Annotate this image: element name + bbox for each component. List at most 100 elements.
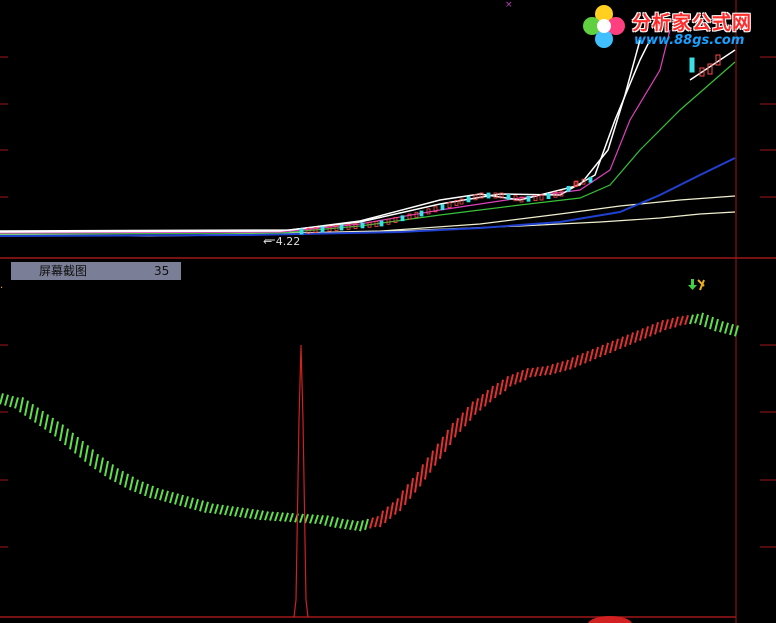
signal-icon: [688, 279, 705, 291]
histogram-bar: [479, 394, 484, 411]
histogram-bar: [394, 498, 399, 515]
histogram-bar: [234, 506, 239, 517]
histogram-bar: [504, 376, 509, 392]
histogram-bar: [49, 417, 54, 434]
histogram-bar: [24, 400, 29, 416]
histogram-bar: [404, 484, 409, 506]
histogram-bar: [409, 477, 414, 499]
histogram-bar: [344, 519, 349, 530]
histogram-bar: [584, 350, 589, 364]
candle: [320, 226, 325, 233]
crosshair-mark: ×: [505, 0, 513, 10]
histogram-bar: [679, 315, 684, 326]
histogram-bar: [544, 365, 549, 376]
ma-blue-line: [0, 157, 736, 237]
histogram-bar: [174, 493, 179, 505]
histogram-bar: [104, 460, 109, 477]
histogram-bar: [309, 514, 314, 524]
histogram-bar: [659, 319, 664, 333]
ma-green-line: [0, 61, 736, 235]
histogram-bar: [379, 510, 384, 528]
histogram-bar: [14, 397, 19, 409]
histogram-bar: [194, 498, 199, 511]
ma-cream2-line: [0, 195, 736, 236]
histogram-bar: [384, 506, 389, 524]
histogram-bar: [179, 494, 184, 507]
histogram-bar: [184, 496, 189, 508]
histogram-bar: [39, 410, 44, 427]
candle: [419, 210, 424, 217]
histogram-bar: [354, 520, 359, 531]
histogram-bar: [709, 316, 714, 330]
moving-averages: [0, 29, 736, 237]
histogram-bar: [204, 501, 209, 513]
histogram-bar: [549, 363, 554, 376]
histogram-bar: [589, 348, 594, 362]
histogram-bar: [339, 518, 344, 529]
histogram-bar: [644, 326, 649, 339]
candle: [689, 57, 695, 73]
ma-magenta-line: [0, 29, 671, 234]
histogram-bar: [684, 315, 689, 326]
histogram-bar: [614, 338, 619, 352]
histogram-bar: [314, 514, 319, 524]
histogram-bar: [509, 374, 514, 387]
histogram-bar: [129, 476, 134, 491]
histogram-bar: [229, 506, 234, 517]
histogram-bar: [689, 314, 694, 325]
histogram-bar: [159, 489, 164, 501]
candle: [400, 215, 405, 222]
histogram-bar: [669, 317, 674, 330]
histogram-bar: [569, 357, 574, 370]
histogram-bar: [169, 491, 174, 504]
histogram-bar: [4, 394, 9, 406]
histogram-bar: [704, 314, 709, 328]
histogram-bar: [594, 346, 599, 360]
candle: [566, 185, 571, 192]
histogram-bar: [389, 502, 394, 519]
left-edge-mark: ·: [0, 283, 3, 294]
histogram-bar: [249, 508, 254, 519]
histogram-bar: [334, 517, 339, 528]
indicator-histogram: [0, 312, 739, 532]
histogram-bar: [634, 330, 639, 343]
histogram-bar: [64, 428, 69, 446]
candle: [506, 193, 511, 200]
histogram-bar: [529, 367, 534, 378]
histogram-bar: [494, 382, 499, 399]
histogram-bar: [729, 323, 734, 336]
histogram-bar: [139, 481, 144, 495]
histogram-bar: [94, 453, 99, 470]
histogram-bar: [0, 393, 4, 405]
histogram-bar: [694, 313, 699, 324]
histogram-bar: [209, 503, 214, 514]
histogram-bar: [259, 510, 264, 521]
histogram-bar: [134, 479, 139, 493]
histogram-bar: [154, 487, 159, 500]
histogram-bar: [434, 443, 439, 466]
histogram-bar: [189, 497, 194, 509]
histogram-bar: [279, 512, 284, 522]
histogram-bar: [269, 511, 274, 521]
histogram-bar: [244, 508, 249, 519]
histogram-bar: [604, 342, 609, 356]
histogram-bar: [664, 319, 669, 331]
histogram-bar: [399, 490, 404, 512]
histogram-bar: [359, 520, 364, 532]
histogram-bar: [649, 324, 654, 337]
histogram-bar: [374, 516, 379, 528]
histogram-bar: [444, 429, 449, 453]
histogram-bar: [369, 517, 374, 529]
candlesticks: [299, 54, 721, 235]
histogram-bar: [124, 473, 129, 488]
histogram-bar: [719, 321, 724, 333]
histogram-bar: [599, 344, 604, 358]
histogram-bar: [534, 366, 539, 377]
histogram-bar: [119, 470, 124, 485]
histogram-bar: [99, 457, 104, 473]
histogram-bar: [364, 518, 369, 531]
histogram-bar: [34, 407, 39, 423]
chart-canvas: × ·: [0, 0, 776, 623]
histogram-bar: [524, 367, 529, 381]
histogram-bar: [89, 449, 94, 466]
